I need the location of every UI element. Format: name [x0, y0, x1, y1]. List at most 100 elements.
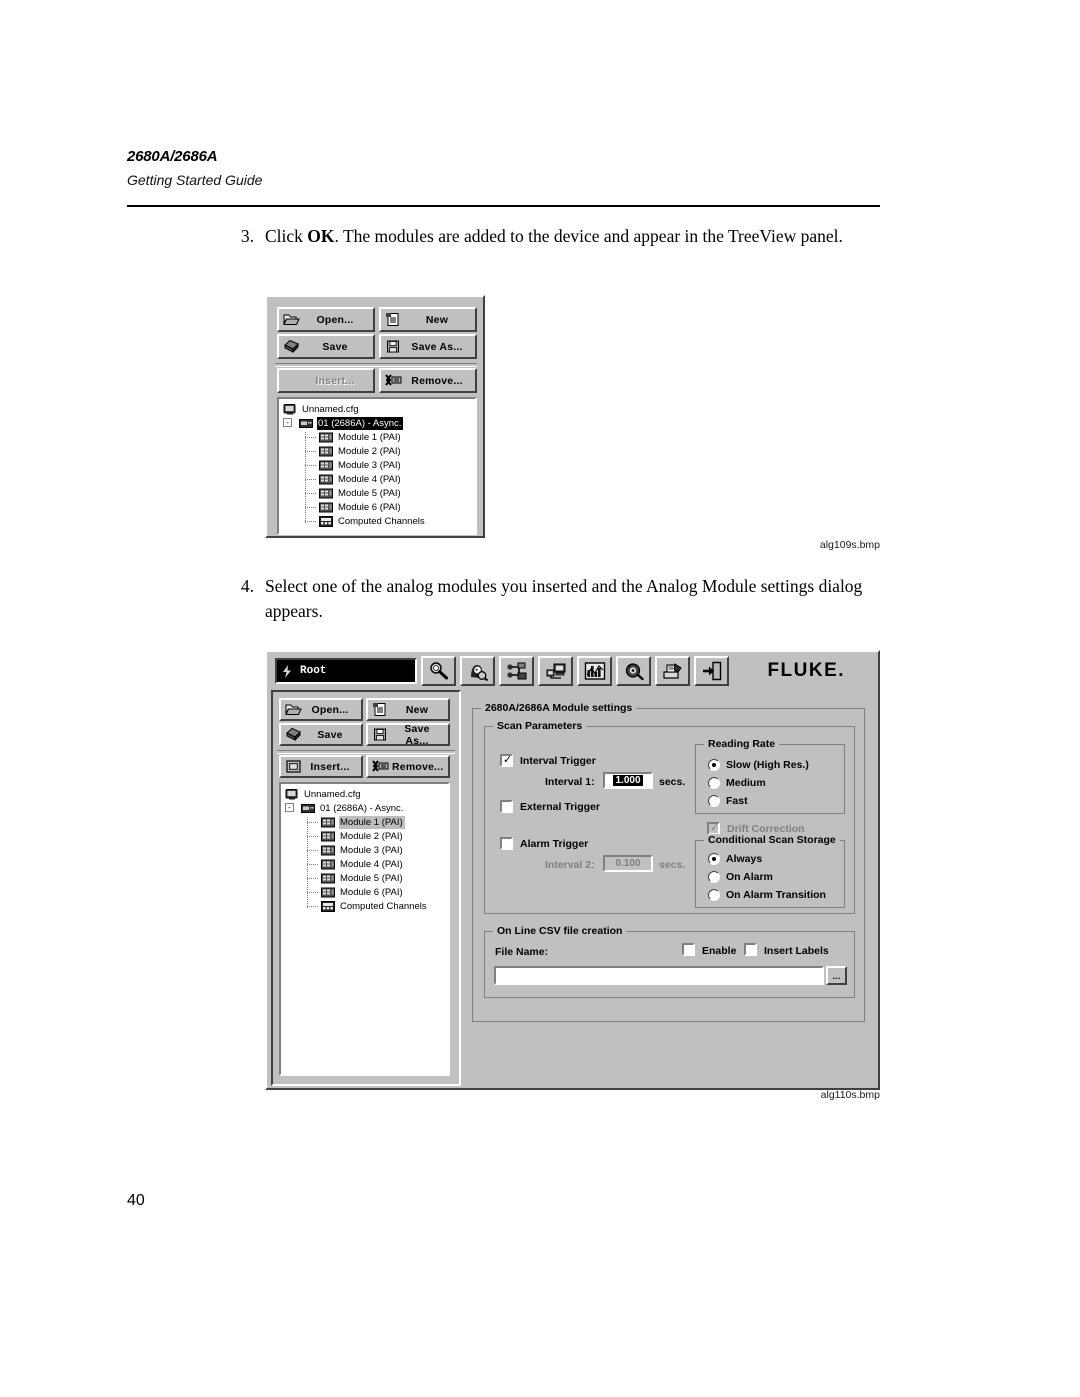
fig2-exit-door-button[interactable]: [694, 656, 729, 686]
tree-item-module[interactable]: Module 1 (PAI): [305, 430, 475, 444]
tree-item-module[interactable]: Module 1 (PAI): [307, 815, 448, 829]
csv-browse-button[interactable]: ...: [826, 966, 847, 985]
tree-expander-icon[interactable]: -: [283, 418, 292, 427]
fig2-alarm-bell-button[interactable]: [616, 656, 651, 686]
tree-item-instrument-label: 01 (2686A) - Async.: [320, 802, 404, 814]
csv-file-name-input[interactable]: [494, 966, 824, 985]
fig1-save-as-button[interactable]: Save As...: [379, 334, 477, 359]
tree-item-module-label: Module 4 (PAI): [338, 473, 401, 485]
tree-expander-icon[interactable]: -: [285, 803, 294, 812]
module-icon: [321, 887, 335, 897]
tree-item-module[interactable]: Module 6 (PAI): [307, 885, 448, 899]
save-as-icon: [387, 340, 399, 353]
tree-connector-branch: [307, 906, 318, 907]
floppy-disk-icon: [284, 339, 299, 354]
scan-storage-on-alarm-transition-radio[interactable]: [708, 889, 720, 901]
tree-connector-branch: [305, 493, 316, 494]
tree-item-module-label: Module 3 (PAI): [338, 459, 401, 471]
remove-module-icon: [385, 374, 402, 386]
fig1-tree-children: Module 1 (PAI) Module 2 (PAI) Module 3 (…: [279, 430, 475, 528]
fig1-save-label: Save: [322, 340, 348, 353]
fig1-toolbar-separator: [275, 363, 477, 367]
fig2-insert-button[interactable]: Insert...: [279, 755, 363, 778]
page-number: 40: [127, 1192, 145, 1209]
reading-rate-fast-radio[interactable]: [708, 795, 720, 807]
insert-module-icon: [286, 760, 301, 773]
csv-insert-labels-checkbox[interactable]: [744, 943, 757, 956]
tree-item-computed-channels[interactable]: Computed Channels: [307, 899, 448, 913]
fig2-trend-chart-button[interactable]: [577, 656, 612, 686]
fig2-remove-button[interactable]: Remove...: [366, 755, 450, 778]
csv-file-name-label: File Name:: [495, 946, 549, 958]
fig1-remove-button[interactable]: Remove...: [379, 368, 477, 393]
tree-item-instrument[interactable]: - 01 (2686A) - Async.: [283, 416, 475, 430]
fig2-brand-dot: .: [838, 660, 844, 681]
fig2-open-label: Open...: [311, 703, 349, 716]
lightning-icon: [283, 664, 291, 678]
fig2-save-button[interactable]: Save: [279, 723, 363, 746]
tree-item-instrument[interactable]: - 01 (2686A) - Async.: [285, 801, 448, 815]
tree-item-module[interactable]: Module 4 (PAI): [307, 857, 448, 871]
tree-item-module[interactable]: Module 5 (PAI): [305, 486, 475, 500]
tree-item-root-label: Unnamed.cfg: [302, 403, 359, 415]
fig2-printer-report-button[interactable]: [655, 656, 690, 686]
tree-item-module[interactable]: Module 6 (PAI): [305, 500, 475, 514]
tree-item-computed-channels[interactable]: Computed Channels: [305, 514, 475, 528]
fig2-remove-label: Remove...: [392, 760, 444, 773]
tree-item-module-label: Module 2 (PAI): [340, 830, 403, 842]
interval-trigger-checkbox[interactable]: ✓: [500, 754, 513, 767]
fig2-root-field[interactable]: Root: [275, 658, 417, 684]
step-4: 4. Select one of the analog modules you …: [228, 574, 888, 624]
fig1-remove-label: Remove...: [411, 374, 463, 387]
scan-storage-always-radio[interactable]: [708, 853, 720, 865]
fig2-new-button[interactable]: New: [366, 698, 450, 721]
scan-storage-on-alarm-radio[interactable]: [708, 871, 720, 883]
interval2-label: Interval 2:: [545, 859, 595, 871]
interval1-input[interactable]: 1.000: [603, 772, 653, 789]
interval2-input[interactable]: 0.100: [603, 855, 653, 872]
module-icon: [319, 460, 333, 470]
tree-item-module[interactable]: Module 2 (PAI): [307, 829, 448, 843]
step-3-bold-ok: OK: [307, 226, 335, 246]
computer-icon: [283, 403, 296, 414]
fig1-treeview[interactable]: Unnamed.cfg - 01 (2686A) - Async. Module…: [277, 397, 477, 535]
new-document-icon: [386, 313, 399, 326]
reading-rate-title: Reading Rate: [704, 738, 780, 750]
csv-enable-checkbox[interactable]: [682, 943, 695, 956]
reading-rate-slow-label: Slow (High Res.): [726, 759, 809, 771]
computed-channels-icon: [321, 900, 335, 912]
figure-1-caption: alg109s.bmp: [819, 539, 880, 551]
csv-creation-group: On Line CSV file creation File Name: Ena…: [484, 925, 855, 998]
fig2-save-as-button[interactable]: Save As...: [366, 723, 450, 747]
external-trigger-label: External Trigger: [520, 801, 600, 813]
reading-rate-medium-radio[interactable]: [708, 777, 720, 789]
reading-rate-slow-radio[interactable]: [708, 759, 720, 771]
tree-item-module[interactable]: Module 3 (PAI): [305, 458, 475, 472]
scan-parameters-group: Scan Parameters ✓ Interval Trigger Inter…: [484, 720, 855, 914]
tree-item-computed-channels-label: Computed Channels: [338, 515, 425, 527]
checkmark-icon: ✓: [503, 754, 513, 766]
fig1-new-button[interactable]: New: [379, 307, 477, 332]
fig1-save-button[interactable]: Save: [277, 334, 375, 359]
tree-item-module-label: Module 5 (PAI): [340, 872, 403, 884]
tree-item-root[interactable]: Unnamed.cfg: [283, 402, 475, 416]
external-trigger-checkbox[interactable]: [500, 800, 513, 813]
fig2-operator-setup-button[interactable]: [460, 656, 495, 686]
conditional-scan-storage-group: Conditional Scan Storage Always On Alarm…: [695, 834, 845, 908]
trend-chart-icon: [584, 662, 605, 680]
tree-item-module[interactable]: Module 3 (PAI): [307, 843, 448, 857]
tree-item-module[interactable]: Module 2 (PAI): [305, 444, 475, 458]
fig2-treeview[interactable]: Unnamed.cfg - 01 (2686A) - Async. Module…: [279, 782, 450, 1076]
fig1-open-button[interactable]: Open...: [277, 307, 375, 332]
exit-door-icon: [702, 661, 721, 681]
floppy-disk-icon: [286, 727, 301, 742]
fig2-open-button[interactable]: Open...: [279, 698, 363, 721]
alarm-trigger-checkbox[interactable]: [500, 837, 513, 850]
tree-item-module[interactable]: Module 4 (PAI): [305, 472, 475, 486]
fig2-wiring-config-button[interactable]: [499, 656, 534, 686]
tree-item-root[interactable]: Unnamed.cfg: [285, 787, 448, 801]
fig1-insert-button[interactable]: Insert...: [277, 368, 375, 393]
tree-item-module[interactable]: Module 5 (PAI): [307, 871, 448, 885]
fig2-network-computer-button[interactable]: [538, 656, 573, 686]
fig2-inspect-probe-button[interactable]: [421, 656, 456, 686]
